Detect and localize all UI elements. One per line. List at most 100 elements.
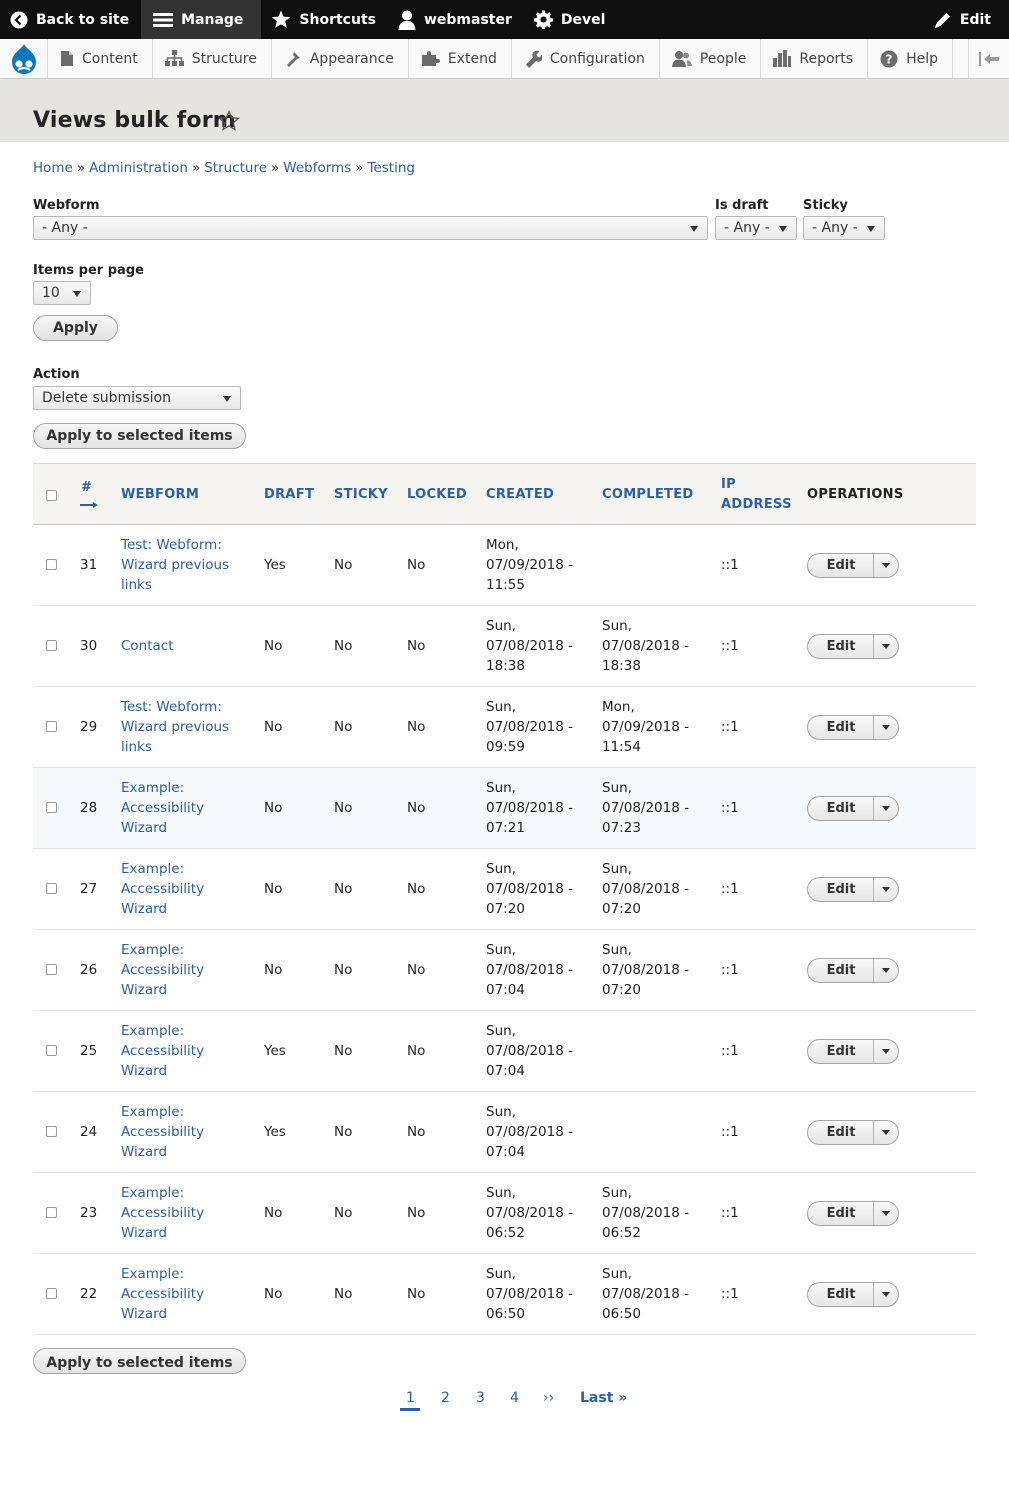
operations-dropbutton[interactable]: Edit xyxy=(807,553,899,578)
manage-tab[interactable]: Manage xyxy=(141,0,262,39)
row-checkbox[interactable] xyxy=(46,721,57,732)
webform-link[interactable]: links xyxy=(121,575,152,595)
chevron-down-icon[interactable] xyxy=(882,1049,890,1054)
webform-link[interactable]: Wizard previous xyxy=(121,555,229,575)
webform-link[interactable]: Wizard xyxy=(121,1223,167,1243)
chevron-down-icon[interactable] xyxy=(882,1211,890,1216)
webform-link[interactable]: Wizard xyxy=(121,1304,167,1324)
apply-to-selected-button-bottom[interactable]: Apply to selected items xyxy=(33,1348,246,1374)
webform-link[interactable]: Example: xyxy=(121,1021,184,1041)
webform-link[interactable]: Wizard previous xyxy=(121,717,229,737)
edit-toggle[interactable]: Edit xyxy=(924,0,1009,39)
row-checkbox[interactable] xyxy=(46,1045,57,1056)
shortcuts-tab[interactable]: Shortcuts xyxy=(261,0,388,39)
webform-link[interactable]: Wizard xyxy=(121,818,167,838)
webform-link[interactable]: Example: xyxy=(121,940,184,960)
apply-filters-button[interactable]: Apply xyxy=(33,315,118,341)
breadcrumb-home[interactable]: Home xyxy=(33,160,73,176)
webform-filter-select[interactable]: - Any - xyxy=(33,216,708,240)
webform-link[interactable]: Example: xyxy=(121,1264,184,1284)
chevron-down-icon[interactable] xyxy=(882,644,890,649)
operations-dropbutton[interactable]: Edit xyxy=(807,1120,899,1145)
operations-dropbutton[interactable]: Edit xyxy=(807,1201,899,1226)
edit-button[interactable]: Edit xyxy=(808,882,874,897)
pager-page-1[interactable]: 1 xyxy=(406,1390,415,1406)
webform-link[interactable]: Accessibility xyxy=(121,1284,204,1304)
webform-link[interactable]: links xyxy=(121,737,152,757)
operations-dropbutton[interactable]: Edit xyxy=(807,796,899,821)
tray-item-people[interactable]: People xyxy=(660,39,762,78)
edit-button[interactable]: Edit xyxy=(808,558,874,573)
tray-item-structure[interactable]: Structure xyxy=(153,39,272,78)
webform-link[interactable]: Example: xyxy=(121,1102,184,1122)
operations-dropbutton[interactable]: Edit xyxy=(807,634,899,659)
header-created[interactable]: CREATED xyxy=(486,487,554,502)
tray-item-reports[interactable]: Reports xyxy=(761,39,869,78)
drupal-logo-icon[interactable] xyxy=(0,39,48,78)
chevron-down-icon[interactable] xyxy=(882,806,890,811)
edit-button[interactable]: Edit xyxy=(808,639,874,654)
webform-link[interactable]: Accessibility xyxy=(121,798,204,818)
webform-link[interactable]: Wizard xyxy=(121,899,167,919)
header-webform[interactable]: WEBFORM xyxy=(121,487,199,502)
row-checkbox[interactable] xyxy=(46,1207,57,1218)
chevron-down-icon[interactable] xyxy=(882,887,890,892)
header-ip-address[interactable]: ADDRESS xyxy=(721,497,792,512)
webform-link[interactable]: Test: Webform: xyxy=(121,535,222,555)
row-checkbox[interactable] xyxy=(46,802,57,813)
draft-filter-select[interactable]: - Any - xyxy=(715,216,797,240)
devel-tab[interactable]: Devel xyxy=(524,0,618,39)
operations-dropbutton[interactable]: Edit xyxy=(807,1039,899,1064)
tray-item-content[interactable]: Content xyxy=(48,39,153,78)
webform-link[interactable]: Example: xyxy=(121,778,184,798)
webform-link[interactable]: Contact xyxy=(121,636,174,656)
row-checkbox[interactable] xyxy=(46,640,57,651)
select-all-checkbox[interactable] xyxy=(46,490,57,501)
chevron-down-icon[interactable] xyxy=(882,563,890,568)
chevron-down-icon[interactable] xyxy=(882,1292,890,1297)
breadcrumb-structure[interactable]: Structure xyxy=(204,160,267,176)
webform-link[interactable]: Accessibility xyxy=(121,960,204,980)
breadcrumb-webforms[interactable]: Webforms xyxy=(283,160,351,176)
header-draft[interactable]: DRAFT xyxy=(264,487,314,502)
sticky-filter-select[interactable]: - Any - xyxy=(803,216,885,240)
edit-button[interactable]: Edit xyxy=(808,720,874,735)
operations-dropbutton[interactable]: Edit xyxy=(807,715,899,740)
webform-link[interactable]: Example: xyxy=(121,1183,184,1203)
header-completed[interactable]: COMPLETED xyxy=(602,487,693,502)
edit-button[interactable]: Edit xyxy=(808,1287,874,1302)
breadcrumb-testing[interactable]: Testing xyxy=(368,160,415,176)
webform-link[interactable]: Wizard xyxy=(121,1061,167,1081)
tray-item-help[interactable]: ? Help xyxy=(868,39,953,78)
operations-dropbutton[interactable]: Edit xyxy=(807,958,899,983)
back-to-site-link[interactable]: Back to site xyxy=(0,0,141,39)
header-num[interactable]: # xyxy=(81,480,92,495)
header-sticky[interactable]: STICKY xyxy=(334,487,388,502)
pager-next[interactable]: ›› xyxy=(543,1390,554,1406)
edit-button[interactable]: Edit xyxy=(808,1206,874,1221)
webform-link[interactable]: Accessibility xyxy=(121,1122,204,1142)
tray-item-extend[interactable]: Extend xyxy=(409,39,512,78)
chevron-down-icon[interactable] xyxy=(882,725,890,730)
header-locked[interactable]: LOCKED xyxy=(407,487,467,502)
webform-link[interactable]: Accessibility xyxy=(121,1041,204,1061)
edit-button[interactable]: Edit xyxy=(808,1125,874,1140)
webform-link[interactable]: Example: xyxy=(121,859,184,879)
webform-link[interactable]: Wizard xyxy=(121,1142,167,1162)
operations-dropbutton[interactable]: Edit xyxy=(807,877,899,902)
webform-link[interactable]: Accessibility xyxy=(121,1203,204,1223)
collapse-tray-icon[interactable] xyxy=(969,39,1009,78)
edit-button[interactable]: Edit xyxy=(808,963,874,978)
action-select[interactable]: Delete submission xyxy=(33,386,241,410)
webform-link[interactable]: Test: Webform: xyxy=(121,697,222,717)
chevron-down-icon[interactable] xyxy=(882,968,890,973)
tray-item-configuration[interactable]: Configuration xyxy=(512,39,660,78)
row-checkbox[interactable] xyxy=(46,964,57,975)
chevron-down-icon[interactable] xyxy=(882,1130,890,1135)
tray-item-appearance[interactable]: Appearance xyxy=(272,39,409,78)
edit-button[interactable]: Edit xyxy=(808,1044,874,1059)
row-checkbox[interactable] xyxy=(46,559,57,570)
pager-page-4[interactable]: 4 xyxy=(510,1390,519,1406)
pager-page-2[interactable]: 2 xyxy=(441,1390,450,1406)
edit-button[interactable]: Edit xyxy=(808,801,874,816)
